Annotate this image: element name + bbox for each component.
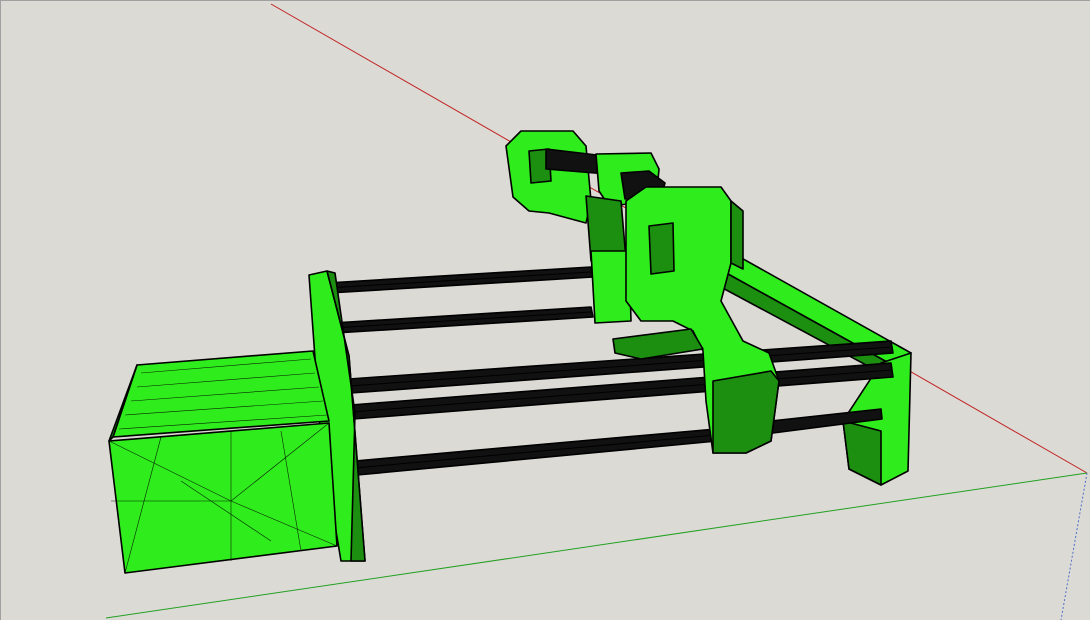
sketchup-3d-viewport[interactable] (0, 0, 1090, 620)
front-upright-base (712, 370, 780, 454)
motor-front-face (108, 422, 338, 574)
stepper-motor (108, 350, 338, 574)
back-rail-column (590, 250, 632, 324)
front-upright-window (648, 222, 675, 275)
front-upright-side (730, 200, 744, 270)
model-canvas[interactable] (1, 1, 1090, 620)
